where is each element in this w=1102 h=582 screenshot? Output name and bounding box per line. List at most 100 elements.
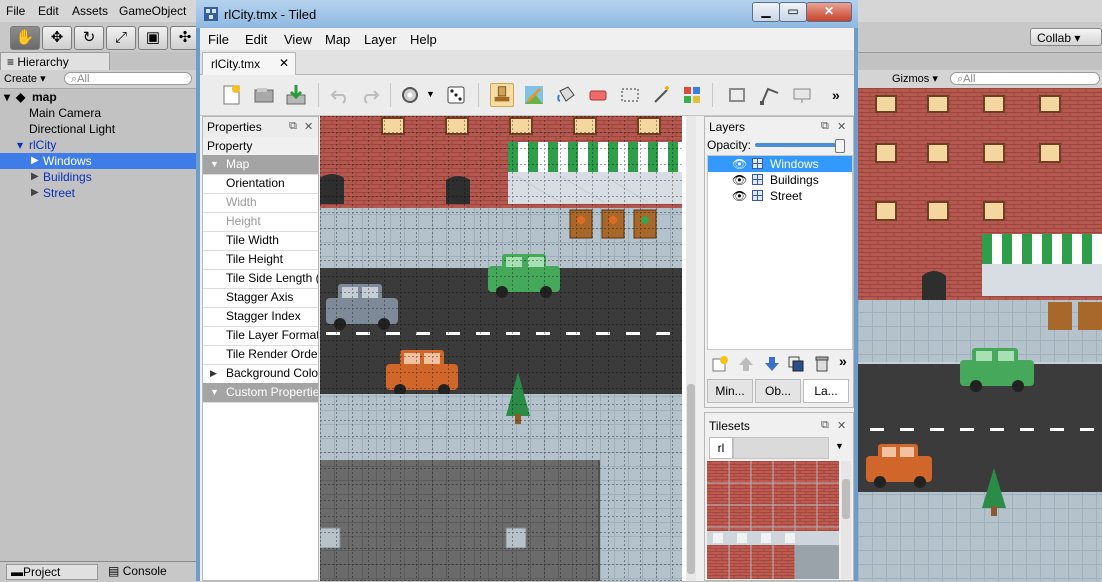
tiled-titlebar[interactable]: rlCity.tmx - Tiled ▁ ▭ ✕ xyxy=(196,0,858,28)
expand-arrow-icon[interactable]: ▾ xyxy=(17,137,23,153)
terrain-brush-icon[interactable] xyxy=(522,83,546,107)
tiled-menu-file[interactable]: File xyxy=(208,32,229,47)
float-dock-icon[interactable]: ⧉ xyxy=(821,419,829,432)
close-dock-icon[interactable]: ✕ xyxy=(837,120,846,133)
eye-icon[interactable]: 👁 xyxy=(732,188,747,204)
create-dropdown[interactable]: Create ▾ xyxy=(4,72,46,86)
map-canvas[interactable] xyxy=(320,116,690,581)
collapse-arrow-icon[interactable]: ▶ xyxy=(210,364,217,383)
chevron-down-icon[interactable]: ▼ xyxy=(426,89,435,99)
hierarchy-item-main-camera[interactable]: Main Camera xyxy=(0,105,196,121)
rotate-tool-icon[interactable]: ↻ xyxy=(74,26,104,50)
layers-overflow-icon[interactable]: » xyxy=(839,353,847,369)
select-same-tile-icon[interactable] xyxy=(680,83,704,107)
layer-item-windows[interactable]: 👁 Windows xyxy=(708,156,852,172)
tileset-tab-rl[interactable]: rl xyxy=(709,437,733,459)
map-scroll-thumb[interactable] xyxy=(687,384,695,574)
unity-menu-edit[interactable]: Edit xyxy=(38,4,59,18)
project-tab[interactable]: ▬ Project xyxy=(6,564,98,580)
tiled-menu-help[interactable]: Help xyxy=(410,32,437,47)
move-tool-icon[interactable]: ✥ xyxy=(42,26,72,50)
hierarchy-item-map[interactable]: ▾ ◆ map xyxy=(0,89,196,105)
collab-button[interactable]: Collab ▾ xyxy=(1030,28,1102,46)
unity-menu-gameobject[interactable]: GameObject xyxy=(119,4,186,18)
magic-wand-icon[interactable] xyxy=(650,83,674,107)
opacity-slider-handle[interactable] xyxy=(835,139,845,153)
layer-item-street[interactable]: 👁 Street xyxy=(708,188,852,204)
close-dock-icon[interactable]: ✕ xyxy=(837,419,846,432)
new-file-icon[interactable] xyxy=(220,83,244,107)
collapse-arrow-icon[interactable]: ▶ xyxy=(31,153,39,169)
insert-rectangle-icon[interactable] xyxy=(790,83,814,107)
lower-layer-icon[interactable] xyxy=(763,355,781,373)
redo-icon[interactable] xyxy=(358,83,382,107)
property-row[interactable]: Tile Height xyxy=(203,250,318,270)
float-dock-icon[interactable]: ⧉ xyxy=(289,120,297,133)
stamp-brush-icon[interactable] xyxy=(490,83,514,107)
tiled-menu-view[interactable]: View xyxy=(284,32,312,47)
tiled-menu-layer[interactable]: Layer xyxy=(364,32,397,47)
tab-minimap[interactable]: Min... xyxy=(707,379,753,403)
property-row[interactable]: Tile Render Order xyxy=(203,345,318,365)
hierarchy-item-rlcity[interactable]: ▾ rlCity xyxy=(0,137,196,153)
expand-arrow-icon[interactable]: ▼ xyxy=(210,383,219,402)
collapse-arrow-icon[interactable]: ▶ xyxy=(31,185,39,201)
raise-layer-icon[interactable] xyxy=(737,355,755,373)
hierarchy-tab[interactable]: ≡ Hierarchy xyxy=(0,52,110,70)
chevron-down-icon[interactable]: ▼ xyxy=(835,441,844,451)
float-dock-icon[interactable]: ⧉ xyxy=(821,120,829,133)
tileset-scroll-thumb[interactable] xyxy=(842,479,850,519)
property-row-background-color[interactable]: ▶ Background Colo xyxy=(203,364,318,384)
opacity-slider[interactable] xyxy=(755,139,845,153)
tiled-menu-edit[interactable]: Edit xyxy=(245,32,267,47)
hierarchy-item-buildings[interactable]: ▶ Buildings xyxy=(0,169,196,185)
hierarchy-item-windows[interactable]: ▶ Windows xyxy=(0,153,196,169)
layer-item-buildings[interactable]: 👁 Buildings xyxy=(708,172,852,188)
collapse-arrow-icon[interactable]: ▶ xyxy=(31,169,39,185)
expand-arrow-icon[interactable]: ▾ xyxy=(4,89,10,105)
hierarchy-item-directional-light[interactable]: Directional Light xyxy=(0,121,196,137)
eye-icon[interactable]: 👁 xyxy=(732,156,747,172)
rectangle-select-icon[interactable] xyxy=(618,83,642,107)
property-row[interactable]: Orientation xyxy=(203,174,318,194)
save-icon[interactable] xyxy=(284,83,308,107)
property-group-custom[interactable]: ▼ Custom Propertie xyxy=(203,383,318,403)
property-group-map[interactable]: ▼ Map xyxy=(203,155,318,175)
undo-icon[interactable] xyxy=(328,83,352,107)
bucket-fill-icon[interactable] xyxy=(554,83,578,107)
close-tab-icon[interactable]: ✕ xyxy=(279,56,289,70)
map-vertical-scrollbar[interactable] xyxy=(686,116,696,581)
add-layer-icon[interactable] xyxy=(711,355,729,373)
console-tab[interactable]: ▤ Console xyxy=(108,564,167,578)
eye-icon[interactable]: 👁 xyxy=(732,172,747,188)
properties-column-header[interactable]: Property xyxy=(203,137,318,156)
document-tab[interactable]: rlCity.tmx ✕ xyxy=(202,52,296,75)
expand-arrow-icon[interactable]: ▼ xyxy=(210,155,219,174)
random-dice-icon[interactable] xyxy=(444,83,468,107)
delete-layer-icon[interactable] xyxy=(813,355,831,373)
command-gear-icon[interactable] xyxy=(400,83,424,107)
unity-scene-view[interactable] xyxy=(858,88,1102,581)
eraser-icon[interactable] xyxy=(586,83,610,107)
open-file-icon[interactable] xyxy=(252,83,276,107)
property-row[interactable]: Tile Layer Format xyxy=(203,326,318,346)
scale-tool-icon[interactable]: ⤢ xyxy=(106,26,136,50)
minimize-button[interactable]: ▁ xyxy=(752,2,780,22)
maximize-button[interactable]: ▭ xyxy=(779,2,807,22)
hand-tool-icon[interactable]: ✋ xyxy=(10,26,40,50)
close-dock-icon[interactable]: ✕ xyxy=(304,120,313,133)
tab-layers[interactable]: La... xyxy=(803,379,849,403)
scene-search-input[interactable]: ⌕All xyxy=(950,72,1100,85)
property-row[interactable]: Tile Width xyxy=(203,231,318,251)
hierarchy-item-street[interactable]: ▶ Street xyxy=(0,185,196,201)
hierarchy-search-input[interactable]: ⌕All xyxy=(64,72,192,85)
tiled-menu-map[interactable]: Map xyxy=(325,32,350,47)
tileset-preview[interactable] xyxy=(707,461,839,579)
object-select-icon[interactable] xyxy=(726,83,750,107)
property-row[interactable]: Stagger Index xyxy=(203,307,318,327)
unity-menu-file[interactable]: File xyxy=(6,4,25,18)
gizmos-dropdown[interactable]: Gizmos ▾ xyxy=(892,72,938,85)
tileset-vertical-scrollbar[interactable] xyxy=(841,461,851,579)
duplicate-layer-icon[interactable] xyxy=(787,355,805,373)
unity-menu-assets[interactable]: Assets xyxy=(72,4,108,18)
